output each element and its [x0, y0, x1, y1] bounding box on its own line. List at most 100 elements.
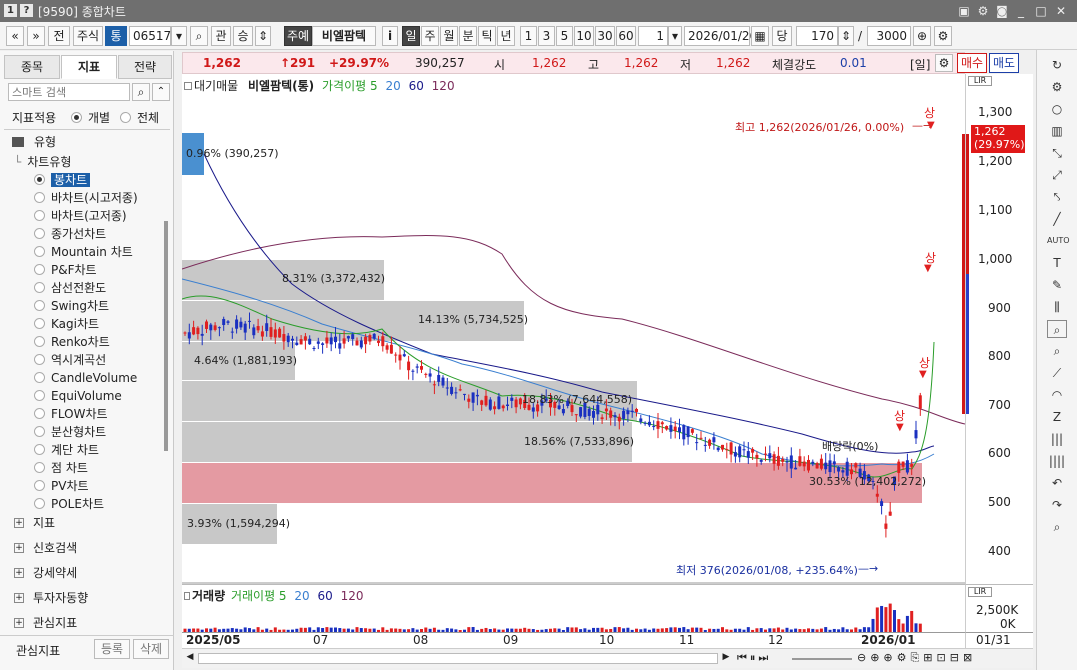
- collapse-icon[interactable]: ⌃: [152, 83, 170, 101]
- category-favorite[interactable]: + 관심지표: [14, 614, 77, 631]
- chart-settings-icon[interactable]: ⚙: [934, 26, 952, 46]
- grid-tool-icon[interactable]: |||: [1047, 430, 1067, 448]
- chart-type-counter-clock[interactable]: 역시계곡선: [34, 351, 106, 369]
- all-button[interactable]: 전: [48, 26, 70, 46]
- maximize-icon[interactable]: □: [1033, 3, 1049, 19]
- category-indicator[interactable]: + 지표: [14, 514, 55, 531]
- search-icon[interactable]: ⌕: [132, 83, 150, 101]
- interval-10[interactable]: 10: [574, 26, 594, 46]
- period-day[interactable]: 일: [402, 26, 420, 46]
- price-axis[interactable]: LIR 1,300 1,200 1,100 1,000 900 800 700 …: [965, 74, 1033, 584]
- count-input[interactable]: 170: [796, 26, 838, 46]
- period-year[interactable]: 년: [497, 26, 515, 46]
- tab-strategy[interactable]: 전략: [118, 55, 172, 79]
- interval-1[interactable]: 1: [520, 26, 537, 46]
- chart-type-mountain[interactable]: Mountain 차트: [34, 243, 133, 261]
- zoom-in-icon[interactable]: ⊕: [913, 26, 931, 46]
- tab-stock[interactable]: 종목: [4, 55, 60, 79]
- info-button[interactable]: i: [382, 26, 398, 46]
- fan-tool-icon[interactable]: ⟋: [1047, 364, 1067, 382]
- undo-icon[interactable]: ↶: [1047, 474, 1067, 492]
- category-signal-search[interactable]: + 신호검색: [14, 539, 77, 556]
- period-month[interactable]: 월: [440, 26, 458, 46]
- apply-individual-radio[interactable]: 개별: [71, 109, 110, 126]
- chart-type-candle[interactable]: 봉차트: [34, 171, 91, 189]
- chart-type-three-line[interactable]: 삼선전환도: [34, 279, 106, 297]
- chart-type-dot[interactable]: 점 차트: [34, 459, 88, 477]
- gear-icon[interactable]: ⚙: [1047, 78, 1067, 96]
- smart-search-input[interactable]: [8, 83, 130, 101]
- chart-type-kagi[interactable]: Kagi차트: [34, 315, 99, 333]
- volume-chart[interactable]: 거래량 거래이평 5 20 60 120: [182, 584, 965, 632]
- buy-button[interactable]: 매수: [957, 53, 987, 73]
- register-button[interactable]: 등록: [94, 639, 130, 659]
- calendar-icon[interactable]: ▦: [751, 26, 769, 46]
- period-tick[interactable]: 틱: [478, 26, 496, 46]
- scroll-right-icon[interactable]: ▶: [720, 652, 732, 665]
- category-investor[interactable]: + 투자자동향: [14, 589, 88, 606]
- gear-icon[interactable]: ⚙: [935, 54, 953, 72]
- chart-type-flow[interactable]: FLOW차트: [34, 405, 108, 423]
- rise-button[interactable]: 승: [233, 26, 253, 46]
- interval-input[interactable]: 1: [638, 26, 668, 46]
- chart-type-pv[interactable]: PV차트: [34, 477, 89, 495]
- zigzag-tool-icon[interactable]: Z: [1047, 408, 1067, 426]
- save-icon[interactable]: ▣: [956, 3, 972, 19]
- zoom-slider[interactable]: [792, 658, 852, 660]
- line-tool-icon[interactable]: ⤡: [1047, 144, 1067, 162]
- watch-button[interactable]: 관: [211, 26, 231, 46]
- camera-icon[interactable]: ◙: [994, 3, 1010, 19]
- apply-all-radio[interactable]: 전체: [120, 109, 159, 126]
- playback-controls[interactable]: ⏮⏸⏭: [737, 651, 771, 665]
- chart-type-bar-ohlc[interactable]: 바차트(시고저종): [34, 189, 138, 207]
- code-dropdown-icon[interactable]: ▾: [171, 26, 187, 46]
- period-minute[interactable]: 분: [459, 26, 477, 46]
- interval-5[interactable]: 5: [556, 26, 573, 46]
- search-icon[interactable]: ⌕: [190, 26, 208, 46]
- zoom-tool-icon[interactable]: ⌕: [1047, 320, 1067, 338]
- ray-tool-icon[interactable]: ⤣: [1047, 188, 1067, 206]
- chart-type-renko[interactable]: Renko차트: [34, 333, 110, 351]
- paint-tool-icon[interactable]: ✎: [1047, 276, 1067, 294]
- close-icon[interactable]: ✕: [1053, 3, 1069, 19]
- period-week[interactable]: 주: [421, 26, 439, 46]
- current-button[interactable]: 당: [772, 26, 792, 46]
- text-tool-icon[interactable]: T: [1047, 254, 1067, 272]
- stock-name[interactable]: 비엘팜텍: [312, 26, 376, 46]
- integrated-button[interactable]: 통: [105, 26, 127, 46]
- scroll-track[interactable]: [198, 653, 718, 664]
- max-count-input[interactable]: 3000: [867, 26, 911, 46]
- axis-mode-icon[interactable]: LIR: [968, 76, 992, 86]
- magnify-tool-icon[interactable]: ⌕: [1047, 342, 1067, 360]
- window-menu-icon[interactable]: 1: [4, 4, 17, 17]
- nav-next-button[interactable]: »: [27, 26, 45, 46]
- chart-canvas[interactable]: [182, 74, 965, 584]
- sell-button[interactable]: 매도: [989, 53, 1019, 73]
- trend-tool-icon[interactable]: ⤢: [1047, 166, 1067, 184]
- chart-type-pf[interactable]: P&F차트: [34, 261, 97, 279]
- tab-indicator[interactable]: 지표: [61, 55, 117, 79]
- chart-type-equivolume[interactable]: EquiVolume: [34, 387, 122, 405]
- stock-type-button[interactable]: 주식: [73, 26, 103, 46]
- circle-icon[interactable]: ○: [1047, 100, 1067, 118]
- notice-button[interactable]: 주예: [284, 26, 312, 46]
- help-icon[interactable]: ?: [20, 4, 33, 17]
- list-scrollbar[interactable]: [164, 221, 168, 451]
- price-chart[interactable]: 대기매물 비엘팜텍(통) 가격이평 5 20 60 120 0.96% (390…: [182, 74, 965, 584]
- axis-mode-icon[interactable]: LIR: [968, 587, 992, 597]
- nav-prev-button[interactable]: «: [6, 26, 24, 46]
- zoom-tools[interactable]: ⊖⊕⊕⚙⎘⊞⊡⊟⊠: [857, 651, 976, 665]
- arc-tool-icon[interactable]: ◠: [1047, 386, 1067, 404]
- bars-tool-icon[interactable]: ||||: [1047, 452, 1067, 470]
- chart-type-scatter[interactable]: 분산형차트: [34, 423, 106, 441]
- count-spin-icon[interactable]: ⇕: [838, 26, 854, 46]
- chart-type-swing[interactable]: Swing차트: [34, 297, 109, 315]
- scroll-left-icon[interactable]: ◀: [184, 652, 196, 665]
- minimize-icon[interactable]: _: [1013, 3, 1029, 19]
- date-input[interactable]: 2026/01/26: [684, 26, 757, 46]
- chart-type-close-line[interactable]: 종가선차트: [34, 225, 106, 243]
- delete-button[interactable]: 삭제: [133, 639, 169, 659]
- refresh-icon[interactable]: ↻: [1047, 56, 1067, 74]
- interval-30[interactable]: 30: [595, 26, 615, 46]
- chart-type-bar-hlc[interactable]: 바차트(고저종): [34, 207, 127, 225]
